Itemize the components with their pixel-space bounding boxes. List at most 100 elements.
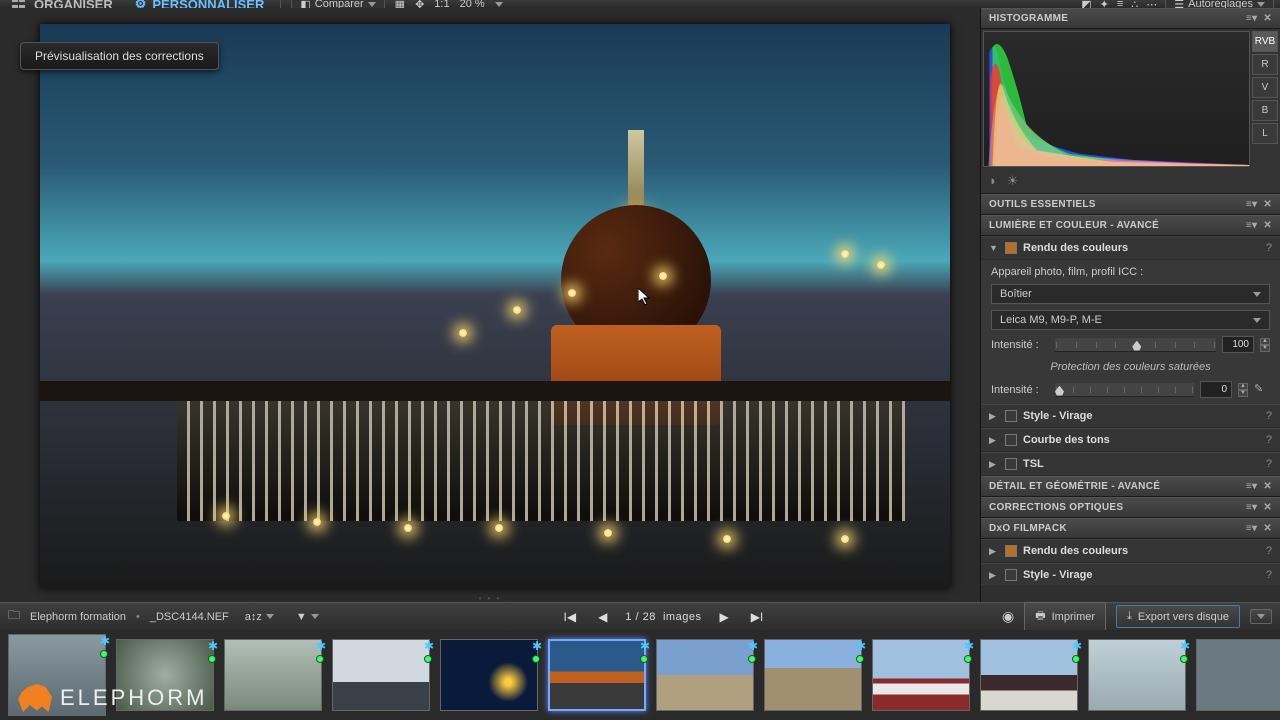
autosettings-button[interactable]: ☰ Autoréglages [1165,0,1274,8]
panel-close-icon[interactable]: ✕ [1263,481,1272,492]
mode-organize[interactable]: ORGANISER [6,0,119,8]
star-icon: ✱ [316,639,326,653]
disclosure-right-icon[interactable]: ▶ [989,435,999,446]
panel-filmpack-header[interactable]: DxO FILMPACK ≡▾✕ [981,518,1280,539]
panel-close-icon[interactable]: ✕ [1263,13,1272,24]
histo-tab-l[interactable]: L [1252,123,1278,144]
thumbnail[interactable]: ✱ [438,637,540,713]
panel-histogram-header[interactable]: HISTOGRAMME ≡▾✕ [981,8,1280,29]
help-icon[interactable]: ? [1266,242,1272,254]
shadow-clip-icon[interactable]: ◗ [989,173,997,189]
thumbnail[interactable]: ✱ [762,637,864,713]
grid-tool-icon[interactable]: ▦ [395,0,405,8]
zoom-ratio[interactable]: 1:1 [434,0,449,8]
wand-icon[interactable]: ✦ [1100,0,1109,8]
panel-menu-icon[interactable]: ≡▾ [1246,481,1257,492]
thumbnail[interactable]: ✱ [330,637,432,713]
panel-menu-icon[interactable]: ≡▾ [1246,13,1257,24]
file-name[interactable]: _DSC4144.NEF [150,611,229,623]
sub-fp-style-header[interactable]: ▶ Style - Virage ? [981,563,1280,587]
nav-first-icon[interactable]: I◀ [560,608,581,626]
enable-checkbox[interactable] [1005,458,1017,470]
intensity2-spinner[interactable]: ▲▼ [1238,383,1248,397]
disclosure-right-icon[interactable]: ▶ [989,546,999,557]
disclosure-right-icon[interactable]: ▶ [989,459,999,470]
panel-close-icon[interactable]: ✕ [1263,199,1272,210]
nav-prev-icon[interactable]: ◀ [594,608,611,626]
panel-close-icon[interactable]: ✕ [1263,502,1272,513]
compare-button[interactable]: ◧ Comparer [291,0,384,8]
help-icon[interactable]: ? [1266,545,1272,557]
sub-rendu-header[interactable]: ▼ Rendu des couleurs ? [981,236,1280,260]
thumbnail-selected[interactable]: ✱ [546,637,648,713]
histo-tab-r[interactable]: R [1252,54,1278,75]
help-icon[interactable]: ? [1266,410,1272,422]
intensity-value[interactable]: 100 [1222,336,1254,353]
thumbnail[interactable] [1194,637,1280,713]
panel-close-icon[interactable]: ✕ [1263,523,1272,534]
move-tool-icon[interactable]: ✥ [415,0,424,8]
more-icon[interactable]: ⋯ [1146,0,1157,8]
panel-lightcolor-header[interactable]: LUMIÈRE ET COULEUR - AVANCÉ ≡▾✕ [981,215,1280,236]
dust-icon[interactable]: ∴ [1131,0,1138,8]
folder-name[interactable]: Elephorm formation [30,611,126,623]
enable-checkbox[interactable] [1005,242,1017,254]
panel-optical-header[interactable]: CORRECTIONS OPTIQUES ≡▾ ✕ [981,497,1280,518]
process-icon[interactable]: ◉ [1002,608,1014,625]
enable-checkbox[interactable] [1005,410,1017,422]
panel-menu-icon[interactable]: ≡▾ [1246,220,1257,231]
export-menu-button[interactable] [1250,609,1272,624]
camera-dropdown[interactable]: Leica M9, M9-P, M-E [991,310,1270,330]
export-button[interactable]: ⤓ Export vers disque [1116,605,1240,628]
levels-icon[interactable]: ≡ [1117,0,1123,8]
intensity2-value[interactable]: 0 [1200,381,1232,398]
disclosure-down-icon[interactable]: ▼ [989,243,999,253]
thumbnail[interactable]: ✱ [654,637,756,713]
disclosure-right-icon[interactable]: ▶ [989,570,999,581]
panel-detail-header[interactable]: DÉTAIL ET GÉOMÉTRIE - AVANCÉ ≡▾✕ [981,476,1280,497]
panel-close-icon[interactable]: ✕ [1263,220,1272,231]
help-icon[interactable]: ? [1266,569,1272,581]
sub-tsl-header[interactable]: ▶ TSL ? [981,452,1280,476]
profile-dropdown[interactable]: Boîtier [991,284,1270,304]
eyedropper-icon[interactable]: ✎ [1254,382,1270,398]
help-icon[interactable]: ? [1266,434,1272,446]
sub-style-header[interactable]: ▶ Style - Virage ? [981,404,1280,428]
sub-fp-rendu-header[interactable]: ▶ Rendu des couleurs ? [981,539,1280,563]
sort-button[interactable]: a↕z [239,608,280,626]
enable-checkbox[interactable] [1005,569,1017,581]
enable-checkbox[interactable] [1005,434,1017,446]
zoom-percent[interactable]: 20 % [460,0,485,8]
panel-menu-icon[interactable]: ≡▾ [1246,502,1257,513]
thumbnail[interactable]: ✱ [870,637,972,713]
thumbnail[interactable]: ✱ [222,637,324,713]
panel-title: CORRECTIONS OPTIQUES [989,502,1123,513]
panel-essentials-header[interactable]: OUTILS ESSENTIELS ≡▾✕ [981,194,1280,215]
intensity-slider[interactable] [1055,338,1216,352]
intensity-label: Intensité : [991,339,1049,351]
enable-checkbox[interactable] [1005,545,1017,557]
intensity2-slider[interactable] [1055,383,1194,397]
nav-last-icon[interactable]: ▶I [747,608,768,626]
panel-gripper[interactable]: • • • [0,594,980,602]
histo-tab-rvb[interactable]: RVB [1252,31,1278,52]
panel-menu-icon[interactable]: ≡▾ [1246,199,1257,210]
highlight-clip-icon[interactable]: ☀ [1007,173,1019,189]
preview-canvas[interactable] [40,24,950,588]
mode-customize[interactable]: ⚙ PERSONNALISER [129,0,271,8]
histo-tab-v[interactable]: V [1252,77,1278,98]
thumbnail[interactable]: ✱ [1086,637,1188,713]
nav-next-icon[interactable]: ▶ [715,608,732,626]
print-button[interactable]: 🖶 Imprimer [1024,602,1106,631]
panel-menu-icon[interactable]: ≡▾ [1246,523,1257,534]
disclosure-right-icon[interactable]: ▶ [989,411,999,422]
filter-button[interactable]: ▼ [290,608,325,626]
help-icon[interactable]: ? [1266,458,1272,470]
histogram-canvas[interactable] [983,31,1250,167]
thumbnail[interactable]: ✱ [978,637,1080,713]
crop-icon[interactable]: ◩ [1081,0,1091,8]
chevron-down-icon[interactable] [495,2,503,7]
sub-curve-header[interactable]: ▶ Courbe des tons ? [981,428,1280,452]
histo-tab-b[interactable]: B [1252,100,1278,121]
intensity-spinner[interactable]: ▲▼ [1260,338,1270,352]
